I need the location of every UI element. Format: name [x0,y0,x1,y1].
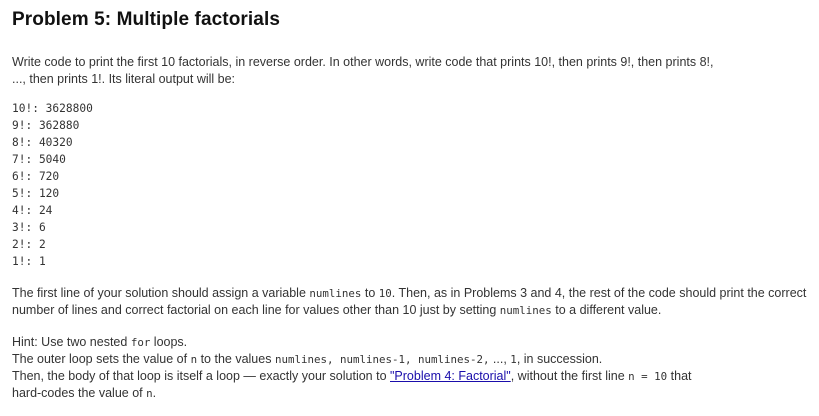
output-line: 3!: 6 [12,221,46,234]
text-run: , without the first line [510,369,629,383]
output-line: 4!: 24 [12,204,53,217]
output-line: 2!: 2 [12,238,46,251]
inline-code: for [130,336,151,349]
intro-paragraph: Write code to print the first 10 factori… [12,54,807,88]
expected-output-block: 10!: 3628800 9!: 362880 8!: 40320 7!: 50… [12,100,807,270]
hint-line-2: The outer loop sets the value of n to th… [12,351,807,368]
text-run: . [152,386,157,400]
intro-line-2: ..., then prints 1!. Its literal output … [12,72,236,86]
hint-section: Hint: Use two nested for loops. The oute… [12,334,807,402]
inline-code: n = 10 [628,370,668,383]
text-run: to [361,286,379,300]
inline-code: numlines [499,304,552,317]
text-run: to the values [197,352,275,366]
text-run: , in succession. [516,352,603,366]
text-run: Then, the body of that loop is itself a … [12,369,390,383]
output-line: 10!: 3628800 [12,102,93,115]
hint-line-4: hard-codes the value of n. [12,385,807,402]
text-run: Hint: Use two nested [12,335,131,349]
inline-code: numlines [309,287,362,300]
text-run: hard-codes the value of [12,386,147,400]
text-run: loops. [150,335,188,349]
output-line: 8!: 40320 [12,136,73,149]
output-line: 7!: 5040 [12,153,66,166]
text-run: ..., [489,352,511,366]
text-run: The first line of your solution should a… [12,286,310,300]
text-run: that [667,369,692,383]
solution-requirements-paragraph: The first line of your solution should a… [12,285,807,319]
intro-line-1: Write code to print the first 10 factori… [12,55,714,69]
output-line: 1!: 1 [12,255,46,268]
output-line: 9!: 362880 [12,119,80,132]
text-run: to a different value. [551,303,662,317]
page-title: Problem 5: Multiple factorials [12,9,280,30]
text-run: The outer loop sets the value of [12,352,191,366]
output-line: 6!: 720 [12,170,60,183]
inline-code: 10 [378,287,392,300]
problem-page: Problem 5: Multiple factorials Write cod… [0,0,819,402]
output-line: 5!: 120 [12,187,60,200]
hint-line-3: Then, the body of that loop is itself a … [12,368,807,385]
problem-4-link[interactable]: "Problem 4: Factorial" [390,369,511,383]
inline-code: numlines, numlines-1, numlines-2, [274,353,490,366]
hint-line-1: Hint: Use two nested for loops. [12,334,807,351]
